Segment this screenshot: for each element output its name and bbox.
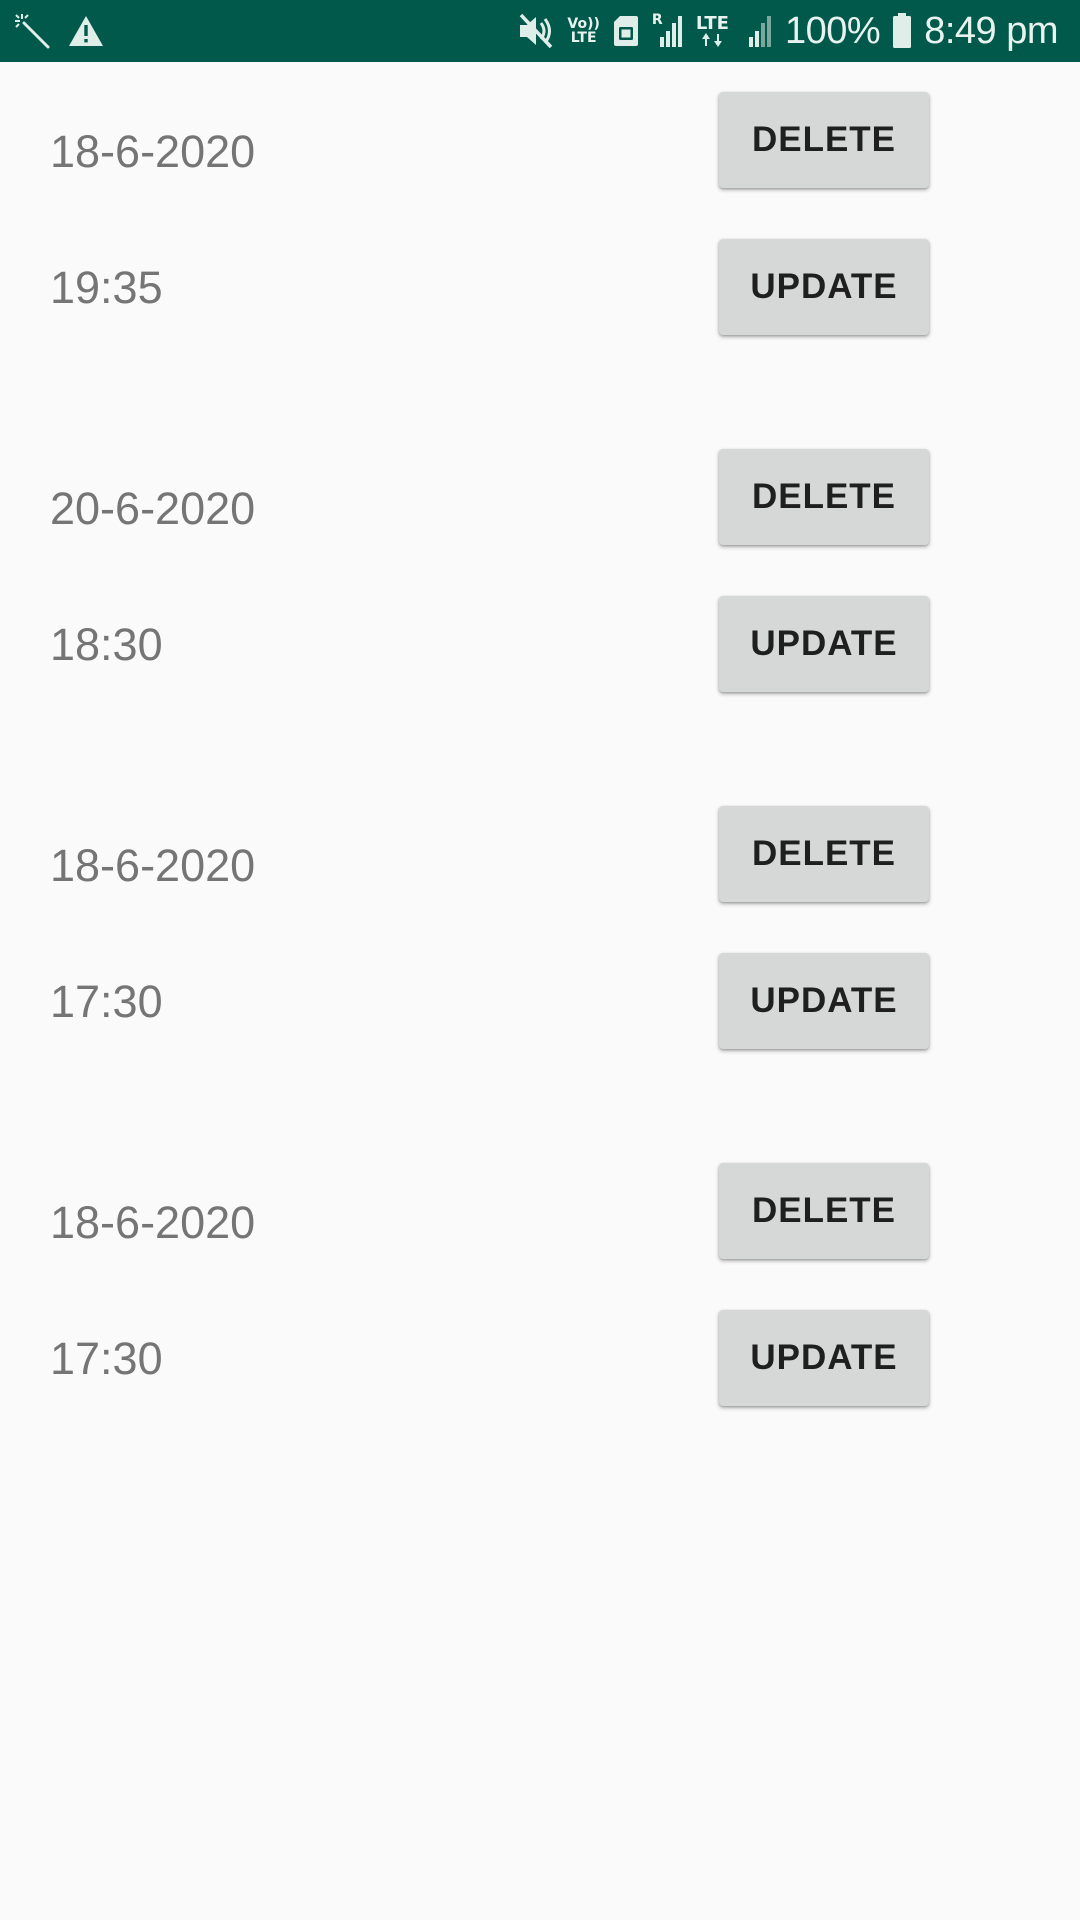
volte-icon: Vo)) LTE: [567, 17, 599, 45]
delete-button[interactable]: DELETE: [719, 806, 929, 902]
update-button[interactable]: UPDATE: [719, 953, 929, 1049]
entry-date: 18-6-2020: [50, 840, 256, 891]
lte-data-icon: LTE: [696, 15, 729, 47]
entry-time: 19:35: [50, 262, 163, 313]
warning-icon: [68, 15, 104, 47]
signal-r-icon: R: [652, 13, 684, 49]
list-item: 18-6-2020 17:30 DELETE UPDATE: [0, 776, 1080, 1076]
status-bar: Vo)) LTE R LTE 100% 8:49 pm: [0, 0, 1080, 62]
entry-date: 18-6-2020: [50, 126, 256, 177]
delete-button[interactable]: DELETE: [719, 449, 929, 545]
list-item: 20-6-2020 18:30 DELETE UPDATE: [0, 419, 1080, 719]
status-bar-right: Vo)) LTE R LTE 100% 8:49 pm: [517, 8, 1058, 54]
update-button[interactable]: UPDATE: [719, 1310, 929, 1406]
delete-button[interactable]: DELETE: [719, 92, 929, 188]
battery-icon: [892, 13, 912, 49]
entry-time: 18:30: [50, 619, 163, 670]
entry-date: 20-6-2020: [50, 483, 256, 534]
update-button[interactable]: UPDATE: [719, 239, 929, 335]
entry-time: 17:30: [50, 1333, 163, 1384]
lte-label: LTE: [695, 13, 729, 34]
list-item: 18-6-2020 17:30 DELETE UPDATE: [0, 1133, 1080, 1433]
delete-button[interactable]: DELETE: [719, 1163, 929, 1259]
update-button[interactable]: UPDATE: [719, 596, 929, 692]
signal-weak-icon: [741, 13, 773, 49]
status-bar-left: [14, 10, 104, 52]
volte-label-top: Vo)): [567, 16, 600, 32]
battery-percent: 100%: [784, 9, 881, 52]
entry-date: 18-6-2020: [50, 1197, 256, 1248]
status-time: 8:49 pm: [924, 9, 1058, 52]
volte-label-bottom: LTE: [570, 30, 597, 46]
entry-time: 17:30: [50, 976, 163, 1027]
list-item: 18-6-2020 19:35 DELETE UPDATE: [0, 62, 1080, 362]
sim-card-icon: [612, 14, 640, 48]
magic-wand-icon: [14, 13, 50, 49]
mute-icon: [517, 13, 555, 49]
